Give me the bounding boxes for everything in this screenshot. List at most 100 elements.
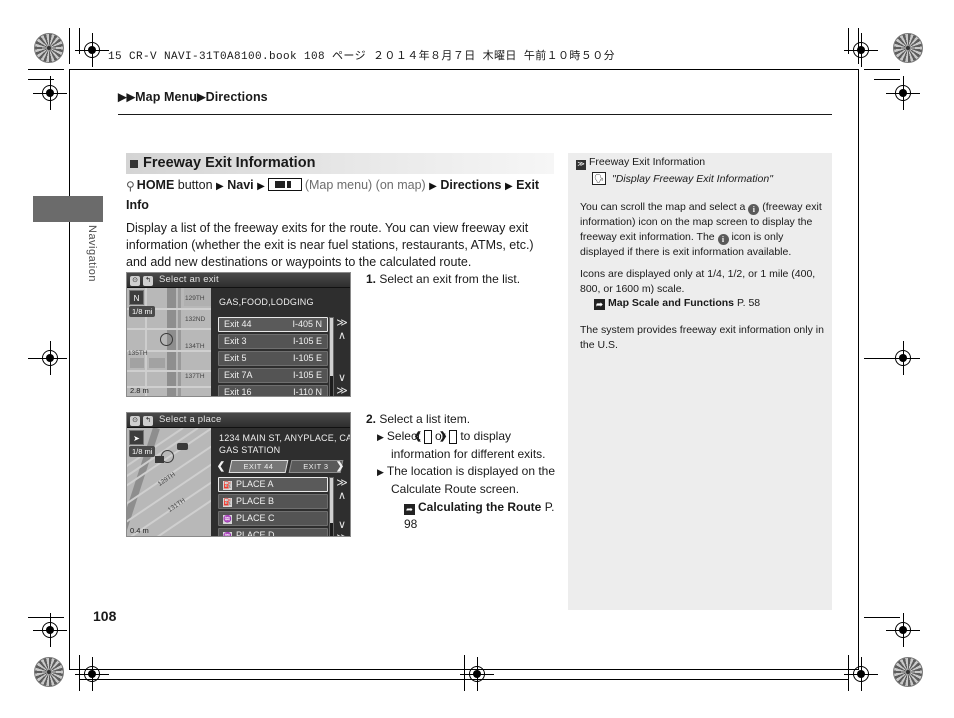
previous-exit-icon[interactable]: ❮ [216,460,226,473]
scrollbar-thumb[interactable] [330,478,333,523]
voice-command-text: "Display Freeway Exit Information" [612,173,773,185]
place-list: ⛽ PLACE A ⛽ PLACE B ♒ PLACE C ♒ PLACE D [218,477,328,536]
crop-mark [28,69,64,70]
device-title-text: Select an exit [159,274,219,285]
registration-target-bottom-center [460,657,494,691]
page-down-icon[interactable]: ≫ [335,385,349,396]
path-map-menu-note: (Map menu) (on map) [304,178,426,192]
registration-target-top-right [844,33,878,67]
path-button-word: button [177,178,213,192]
crop-mark [79,28,80,54]
scroll-up-icon[interactable]: ∧ [335,490,349,503]
registration-target-top-left [75,33,109,67]
exit-tab-label: EXIT 44 [243,462,274,471]
side-note-panel: ≫ Freeway Exit Information 🗣 "Display Fre… [568,153,832,610]
step-2-bullet-2: ▶ The location is displayed on the Calcul… [377,463,561,498]
compass-icon[interactable]: N [129,290,144,305]
page-up-icon[interactable]: ≫ [335,317,349,330]
device-title-text: Select a place [159,414,222,425]
page-number: 108 [93,608,117,624]
breadcrumb-item-directions: Directions [205,90,268,104]
poi-marker-icon [155,456,164,463]
info-icon: i [748,204,760,215]
reference-page: P. 58 [736,297,761,309]
side-panel-heading: ≫ Freeway Exit Information [576,156,705,170]
breadcrumb-arrow-icon: ▶ [118,91,127,104]
compass-icon[interactable]: ➤ [129,430,144,445]
list-item[interactable]: Exit 5 I-105 E [218,351,328,366]
reference-arrow-icon: ➦ [594,299,605,310]
path-arrow-icon: ▶ [257,181,265,192]
right-arrow-key-icon: ❯ [439,430,457,444]
list-item[interactable]: Exit 16 I-110 N [218,385,328,397]
crop-mark [69,69,70,669]
side-panel-cross-reference[interactable]: ➦ Map Scale and Functions P. 58 [594,296,824,311]
map-scale-bar: 0.4 m [130,526,149,535]
crop-mark [69,28,70,64]
back-icon[interactable]: ↰ [143,415,153,426]
crop-mark [464,655,465,691]
list-item[interactable]: ⛽ PLACE A [218,477,328,492]
restaurant-icon: ♒ [223,515,232,524]
crop-mark [28,358,64,359]
route-label: I-405 N [292,319,322,329]
scrollbar-thumb[interactable] [330,318,333,376]
list-nav-arrows: ≫ ∧ ∨ ≫ [335,477,349,536]
page-up-icon[interactable]: ≫ [335,477,349,490]
scroll-up-icon[interactable]: ∧ [335,330,349,343]
list-scrollbar[interactable] [329,477,334,536]
device-title-bar: ⊙ ↰ Select a place [127,413,350,428]
step-2-number: 2. [366,412,377,426]
side-panel-paragraph-3: The system provides freeway exit informa… [580,324,824,351]
gas-station-icon: ⛽ [223,481,232,490]
map-street-label: 134TH [185,343,205,350]
route-label: I-110 N [293,387,322,397]
list-item[interactable]: Exit 44 I-405 N [218,317,328,332]
back-icon[interactable]: ↰ [143,275,153,286]
poi-marker-icon [177,443,188,450]
exit-list: Exit 44 I-405 N Exit 3 I-105 E Exit 5 I-… [218,317,328,397]
device-map-area[interactable]: 129TH 131TH ➤ 1/8 mi 0.4 m [127,428,211,536]
list-scrollbar[interactable] [329,317,334,396]
exit-label: Exit 3 [224,336,247,346]
device-list-panel: 1234 MAIN ST, ANYPLACE, CA GAS STATION ❮… [211,428,350,536]
reference-arrow-icon: ➦ [404,504,415,515]
list-item[interactable]: Exit 3 I-105 E [218,334,328,349]
sidebar-tab-block [33,196,103,222]
scroll-down-icon[interactable]: ∨ [335,372,349,385]
device-map-area[interactable]: 129TH 132ND 134TH 135TH 137TH N 1/8 mi 2… [127,288,211,396]
list-item[interactable]: ♒ PLACE C [218,511,328,526]
step-1: 1. Select an exit from the list. [366,271,556,288]
route-label: I-105 E [292,353,322,363]
list-item[interactable]: Exit 7A I-105 E [218,368,328,383]
breadcrumb: ▶▶Map Menu▶Directions [118,90,268,104]
scroll-down-icon[interactable]: ∨ [335,519,349,532]
registration-circle-bottom-left [34,657,64,687]
exit-tab-active[interactable]: EXIT 44 [228,460,289,473]
list-item[interactable]: ⛽ PLACE B [218,494,328,509]
para2-text: Icons are displayed only at 1/4, 1/2, or… [580,268,816,295]
page-down-icon[interactable]: ≫ [335,532,349,536]
section-title-bar: Freeway Exit Information [126,153,554,174]
map-street-label: 131TH [166,497,187,514]
path-home-label: HOME [136,178,175,192]
path-arrow-icon: ▶ [429,181,437,192]
book-print-header: 15 CR-V NAVI-31T0A8100.book 108 ページ ２０１４… [108,51,616,63]
route-label: I-105 E [292,336,322,346]
registration-target-right-bottom [886,613,920,647]
list-category-header: GAS,FOOD,LODGING [219,297,314,307]
step-2-cross-reference[interactable]: ➦ Calculating the Route P. 98 [404,499,561,533]
map-street-label: 135TH [128,350,148,357]
reference-title: Calculating the Route [418,500,542,514]
next-exit-icon[interactable]: ❯ [335,460,345,473]
registration-circle-top-left [34,33,64,63]
exit-label: Exit 44 [224,319,252,329]
crop-mark [848,28,849,54]
map-view-icon[interactable]: ⊙ [130,275,140,286]
list-item[interactable]: ♒ PLACE D [218,528,328,536]
crop-mark [864,617,900,618]
map-street-label: 129TH [156,471,177,488]
map-view-icon[interactable]: ⊙ [130,415,140,426]
registration-circle-top-right [893,33,923,63]
place-label: PLACE B [236,496,275,506]
